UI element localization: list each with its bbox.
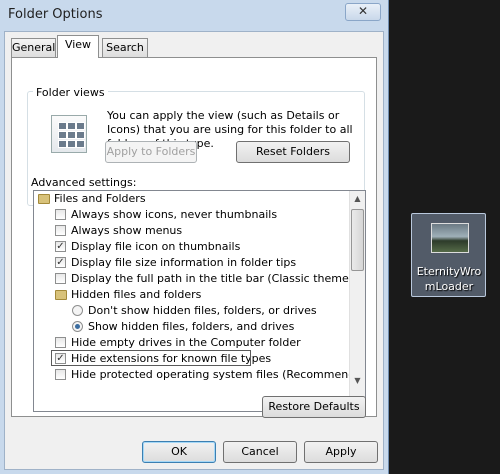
restore-defaults-button[interactable]: Restore Defaults <box>262 396 366 418</box>
button-label: Restore Defaults <box>268 400 360 413</box>
window-title: Folder Options <box>8 7 103 22</box>
button-label: OK <box>171 445 187 458</box>
tab-view[interactable]: View <box>57 35 99 58</box>
checkbox[interactable]: ✓ <box>55 257 66 268</box>
view-tab-page: Folder views You can apply the view (suc… <box>11 57 377 418</box>
tab-general[interactable]: General <box>11 38 56 58</box>
item-label: Always show icons, never thumbnails <box>71 208 278 221</box>
apply-to-folders-button[interactable]: Apply to Folders <box>105 141 197 163</box>
folder-view-grid-icon <box>51 115 87 153</box>
tab-label: General <box>12 41 56 54</box>
item-label: Display the full path in the title bar (… <box>71 272 366 285</box>
cancel-button[interactable]: Cancel <box>223 441 297 463</box>
focus-rectangle <box>51 350 251 366</box>
item-label: Display file icon on thumbnails <box>71 240 241 253</box>
checkmark-icon: ✓ <box>56 257 65 268</box>
checkbox[interactable] <box>55 273 66 284</box>
advanced-settings-label: Advanced settings: <box>31 176 137 189</box>
close-button[interactable]: ✕ <box>345 3 381 21</box>
desktop-file-icon[interactable]: EternityWromLoader <box>411 213 486 297</box>
button-label: Cancel <box>241 445 279 458</box>
button-label: Reset Folders <box>256 145 330 158</box>
folder-options-dialog: Folder Options ✕ General View Search Fol… <box>0 0 389 474</box>
item-label: Files and Folders <box>54 192 146 205</box>
checkmark-icon: ✓ <box>56 241 65 252</box>
tab-label: Search <box>106 41 144 54</box>
reset-folders-button[interactable]: Reset Folders <box>236 141 350 163</box>
item-label: Show hidden files, folders, and drives <box>88 320 295 333</box>
item-label: Hidden files and folders <box>71 288 202 301</box>
tab-label: View <box>64 38 92 51</box>
folder-icon <box>55 290 67 300</box>
list-scrollbar[interactable]: ▲ ▼ <box>349 191 365 411</box>
checkbox[interactable] <box>55 369 66 380</box>
scroll-thumb[interactable] <box>351 209 364 271</box>
apply-button[interactable]: Apply <box>304 441 378 463</box>
checkbox[interactable] <box>55 209 66 220</box>
ok-button[interactable]: OK <box>142 441 216 463</box>
close-icon: ✕ <box>357 4 369 18</box>
dialog-client: General View Search Folder views You can… <box>4 31 384 470</box>
item-label: Hide protected operating system files (R… <box>71 368 366 381</box>
button-label: Apply to Folders <box>106 145 196 158</box>
button-label: Apply <box>325 445 357 458</box>
radio-button[interactable] <box>72 321 83 332</box>
checkbox[interactable] <box>55 225 66 236</box>
tab-search[interactable]: Search <box>102 38 148 58</box>
image-file-icon <box>431 223 469 253</box>
item-label: Display file size information in folder … <box>71 256 297 269</box>
item-label: Hide empty drives in the Computer folder <box>71 336 301 349</box>
radio-button[interactable] <box>72 305 83 316</box>
scroll-up-icon[interactable]: ▲ <box>350 191 365 207</box>
item-label: Always show menus <box>71 224 183 237</box>
advanced-settings-list[interactable]: Files and Folders Always show icons, nev… <box>33 190 366 412</box>
folder-views-title: Folder views <box>33 86 108 99</box>
desktop-icon-label: EternityWromLoader <box>416 265 482 293</box>
scroll-down-icon[interactable]: ▼ <box>350 373 365 389</box>
checkbox[interactable] <box>55 337 66 348</box>
folder-icon <box>38 194 50 204</box>
checkbox[interactable]: ✓ <box>55 241 66 252</box>
item-label: Don't show hidden files, folders, or dri… <box>88 304 317 317</box>
title-bar[interactable]: Folder Options ✕ <box>0 0 389 31</box>
